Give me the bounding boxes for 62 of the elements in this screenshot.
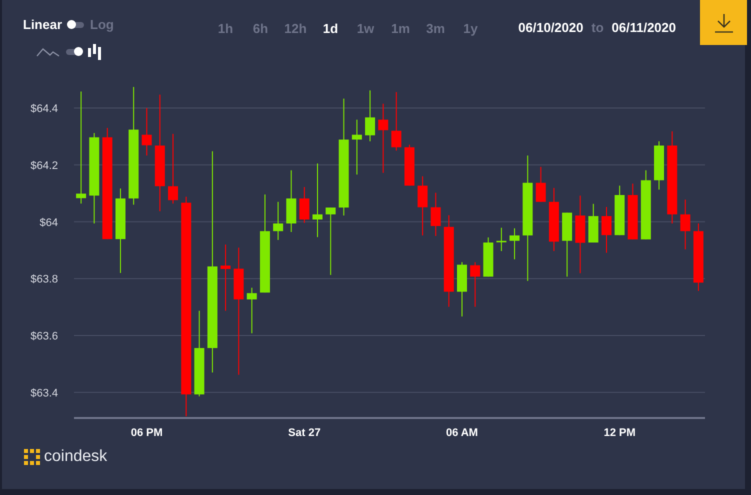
timeframe-tab[interactable]: 1d — [313, 19, 348, 37]
y-axis-label: $63.4 — [30, 387, 58, 400]
falling-candle — [391, 92, 402, 152]
scale-option[interactable]: Log — [90, 17, 114, 32]
falling-candle — [404, 144, 414, 186]
falling-candle — [470, 262, 480, 308]
y-axis-label: $63.8 — [30, 274, 58, 286]
rising-candle — [286, 170, 296, 232]
x-axis-label: 06 AM — [446, 427, 478, 439]
rising-candle — [273, 201, 284, 240]
date-separator: to — [591, 20, 604, 37]
rising-candle — [457, 262, 467, 317]
rising-candle — [654, 140, 664, 190]
falling-candle — [378, 103, 388, 174]
falling-candle — [548, 187, 559, 252]
timeframe-tab[interactable]: 1h — [208, 19, 243, 37]
timeframe-tab[interactable]: 1y — [453, 19, 488, 37]
rising-candle — [483, 236, 494, 278]
x-axis-label: Sat 27 — [288, 427, 321, 439]
rising-candle — [352, 119, 362, 176]
falling-candle — [142, 108, 152, 156]
download-icon — [714, 12, 734, 32]
rising-candle — [246, 287, 257, 334]
timeframe-tab[interactable]: 12h — [278, 19, 313, 37]
candlestick-icon[interactable] — [88, 44, 102, 60]
falling-candle — [536, 166, 546, 202]
chart-type-switch[interactable] — [66, 49, 82, 55]
end-date[interactable]: 06/11/2020 — [612, 20, 676, 85]
rising-candle — [562, 212, 572, 278]
timeframe-tab[interactable]: 1w — [348, 19, 383, 37]
line-chart-icon[interactable] — [36, 46, 60, 58]
rising-candle — [365, 90, 376, 142]
rising-candle — [614, 185, 625, 236]
logo-icon — [24, 449, 40, 465]
x-axis-label: 06 PM — [130, 427, 163, 439]
scale-option[interactable]: Linear — [23, 17, 62, 32]
falling-candle — [693, 222, 704, 292]
rising-candle — [588, 203, 598, 244]
rising-candle — [496, 227, 506, 252]
timeframe-tab[interactable]: 6h — [243, 19, 278, 37]
rising-candle — [640, 170, 651, 240]
timeframe-tab[interactable]: 3m — [418, 19, 453, 37]
y-axis-label: $64.2 — [30, 160, 58, 172]
x-axis-label: 12 PM — [604, 427, 636, 439]
falling-candle — [220, 244, 231, 312]
falling-candle — [299, 186, 310, 224]
falling-candle — [168, 133, 178, 204]
falling-candle — [601, 206, 612, 254]
falling-candle — [430, 192, 441, 236]
start-date[interactable]: 06/10/2020 — [518, 20, 584, 85]
scale-switch[interactable] — [68, 22, 84, 28]
falling-candle — [418, 176, 428, 236]
falling-candle — [680, 199, 690, 250]
rising-candle — [326, 207, 336, 276]
rising-candle — [510, 228, 520, 260]
falling-candle — [628, 183, 638, 240]
logo-text: coindesk — [44, 448, 108, 466]
y-axis-label: $64 — [40, 216, 58, 229]
y-axis-label: $64.4 — [30, 103, 58, 115]
timeframe-tab[interactable]: 1m — [383, 19, 418, 37]
download-button[interactable] — [700, 0, 747, 45]
y-axis-label: $63.6 — [30, 330, 58, 343]
